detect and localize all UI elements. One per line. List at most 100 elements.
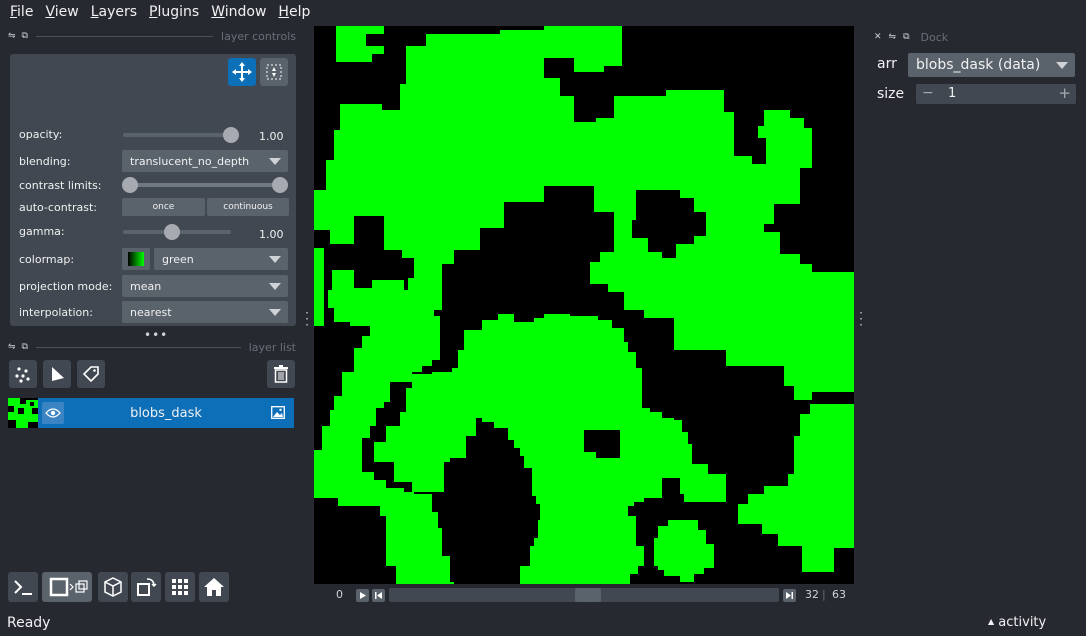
roll-dimensions-button[interactable] xyxy=(98,572,128,602)
menu-window-label: indow xyxy=(224,4,267,20)
opacity-slider[interactable] xyxy=(123,133,231,137)
transpose-button[interactable] xyxy=(131,572,161,602)
pin-icon[interactable]: ⇋ xyxy=(889,32,897,44)
dock-title-bar: ✕ ⇋ ⧉ Dock xyxy=(874,31,949,44)
dims-separator: | xyxy=(822,588,826,601)
menu-view[interactable]: View xyxy=(39,0,84,24)
float-icon[interactable]: ⧉ xyxy=(22,31,28,41)
transpose-icon xyxy=(137,578,157,596)
pin-icon[interactable]: ⇋ xyxy=(8,31,16,41)
left-splitter-handle[interactable]: · · · xyxy=(305,307,309,331)
interpolation-row: interpolation: nearest xyxy=(19,301,289,323)
delete-layer-button[interactable] xyxy=(267,360,295,388)
title-divider xyxy=(35,35,214,37)
auto-contrast-once-button[interactable]: once xyxy=(122,198,205,216)
gamma-slider-handle[interactable] xyxy=(163,224,180,240)
play-icon xyxy=(360,592,366,599)
cube-icon xyxy=(104,577,122,597)
contrast-high-handle[interactable] xyxy=(272,177,288,193)
float-icon[interactable]: ⧉ xyxy=(903,32,909,44)
viewer-canvas[interactable] xyxy=(314,26,854,584)
colormap-select[interactable]: green xyxy=(154,248,288,270)
dims-scrollbar[interactable] xyxy=(389,588,779,602)
layer-list-item[interactable]: blobs_dask xyxy=(8,398,294,428)
activity-label: activity xyxy=(998,615,1047,630)
pan-zoom-button[interactable] xyxy=(228,58,256,86)
menu-view-mnemonic: V xyxy=(45,4,55,20)
transform-icon xyxy=(266,64,282,80)
colormap-row: colormap: green xyxy=(19,248,289,270)
layer-list-title: layer list xyxy=(248,340,296,354)
layer-controls-panel: opacity: 1.00 blending: translucent_no_d… xyxy=(10,54,296,326)
contrast-low-handle[interactable] xyxy=(122,177,138,193)
menu-layers[interactable]: Layers xyxy=(85,0,143,24)
menu-window-mnemonic: W xyxy=(211,4,225,20)
step-back-button[interactable] xyxy=(372,589,385,602)
title-divider xyxy=(35,346,241,348)
float-icon[interactable]: ⧉ xyxy=(22,342,28,352)
size-spinbox[interactable]: − 1 + xyxy=(916,84,1076,104)
pin-icon[interactable]: ⇋ xyxy=(8,342,16,352)
increment-button[interactable]: + xyxy=(1058,84,1071,102)
dims-scrollbar-handle[interactable] xyxy=(575,588,601,602)
interpolation-select[interactable]: nearest xyxy=(122,301,288,323)
layer-thumbnail-image xyxy=(8,398,38,428)
layer-row-body[interactable]: blobs_dask xyxy=(38,398,294,428)
dims-current-value: 32 xyxy=(805,588,819,601)
ndisplay-toggle-button[interactable] xyxy=(42,572,92,602)
arr-select[interactable]: blobs_dask (data) xyxy=(908,53,1075,77)
menu-layers-mnemonic: L xyxy=(90,4,99,20)
status-text: Ready xyxy=(7,615,51,631)
menu-plugins[interactable]: Plugins xyxy=(143,0,205,24)
colormap-swatch[interactable] xyxy=(122,248,150,270)
dims-max-value: 63 xyxy=(832,588,846,601)
play-button[interactable] xyxy=(356,589,369,602)
activity-button[interactable]: ▲ activity xyxy=(988,615,1046,630)
terminal-icon xyxy=(14,580,32,595)
image-layer-icon xyxy=(271,406,285,419)
new-points-layer-button[interactable] xyxy=(9,360,37,388)
home-icon xyxy=(204,578,224,596)
reset-view-button[interactable] xyxy=(199,572,229,602)
console-button[interactable] xyxy=(8,572,38,602)
dock-title: Dock xyxy=(920,31,949,44)
new-labels-layer-button[interactable] xyxy=(77,360,105,388)
colormap-label: colormap: xyxy=(19,252,75,266)
menu-window[interactable]: Window xyxy=(205,0,272,24)
transform-button[interactable] xyxy=(260,58,288,86)
chevron-down-icon xyxy=(269,158,281,165)
contrast-range-slider[interactable] xyxy=(130,183,280,187)
blending-select[interactable]: translucent_no_depth xyxy=(122,150,288,172)
chevron-down-icon xyxy=(1056,62,1068,69)
projection-row: projection mode: mean xyxy=(19,275,289,297)
move-arrows-icon xyxy=(232,62,252,82)
menu-help[interactable]: Help xyxy=(272,0,316,24)
layer-controls-title-bar: ⇋ ⧉ layer controls xyxy=(8,28,296,44)
menu-bar: File View Layers Plugins Window Help xyxy=(0,0,1086,24)
contrast-label: contrast limits: xyxy=(19,178,102,192)
grid-icon xyxy=(172,579,188,595)
chevron-down-icon xyxy=(269,309,281,316)
close-icon[interactable]: ✕ xyxy=(874,32,882,44)
status-bar: Ready ▲ activity xyxy=(0,610,1086,636)
blending-row: blending: translucent_no_depth xyxy=(19,150,289,172)
blobs-image xyxy=(314,26,854,584)
new-shapes-layer-button[interactable] xyxy=(43,360,71,388)
projection-select[interactable]: mean xyxy=(122,275,288,297)
auto-contrast-row: auto-contrast: once continuous xyxy=(19,196,289,218)
auto-contrast-continuous-button[interactable]: continuous xyxy=(207,198,289,216)
step-forward-button[interactable] xyxy=(783,589,796,602)
colormap-value: green xyxy=(162,252,194,266)
decrement-button[interactable]: − xyxy=(922,85,934,101)
colormap-gradient xyxy=(128,252,144,266)
right-splitter-handle[interactable]: · · · xyxy=(859,307,863,331)
grid-view-button[interactable] xyxy=(165,572,195,602)
interpolation-value: nearest xyxy=(130,305,172,319)
blending-label: blending: xyxy=(19,154,71,168)
opacity-slider-handle[interactable] xyxy=(223,127,239,143)
menu-view-label: iew xyxy=(54,4,79,20)
menu-file[interactable]: File xyxy=(4,0,39,24)
blending-value: translucent_no_depth xyxy=(130,154,250,168)
auto-contrast-label: auto-contrast: xyxy=(19,200,98,214)
layer-thumbnail xyxy=(8,398,38,428)
